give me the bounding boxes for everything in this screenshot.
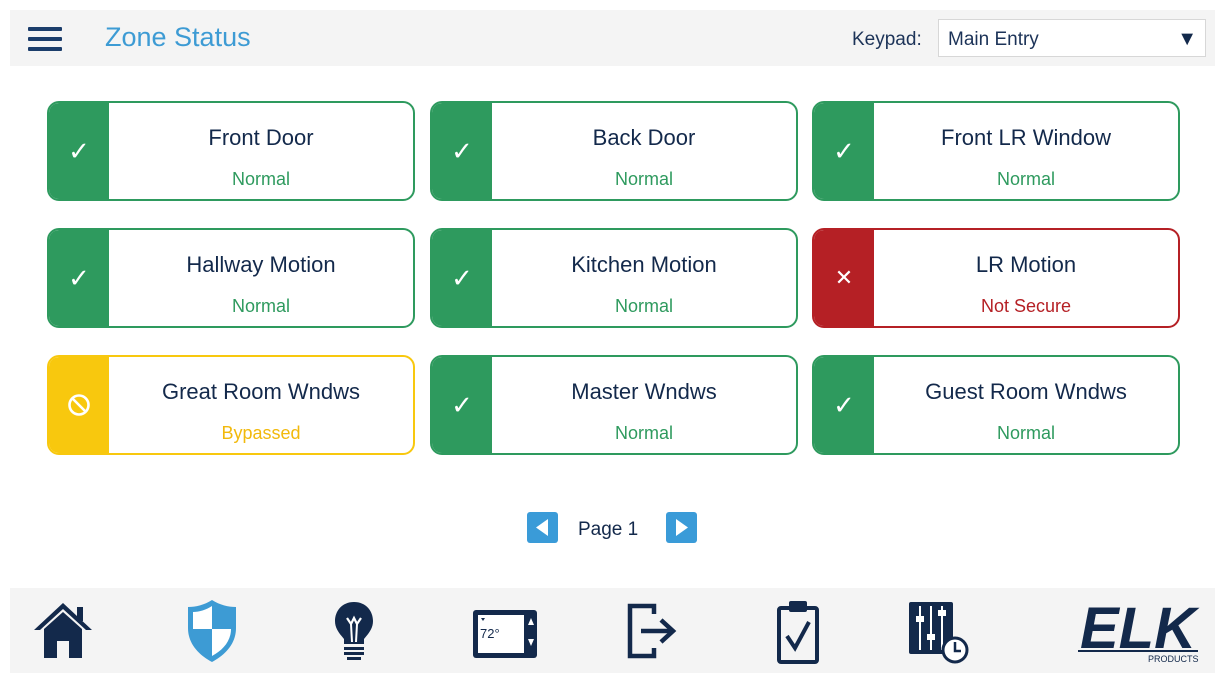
home-icon[interactable] [32,596,94,666]
checkmark-icon: ✓ [833,135,855,166]
page-indicator: Page 1 [578,519,639,540]
arrow-right-icon [676,519,688,536]
checkmark-icon: ✓ [451,135,473,166]
zone-name: Front Door [208,125,314,150]
zone-name: Front LR Window [941,125,1111,150]
zone-status: Normal [231,296,290,316]
checklist-icon[interactable] [775,596,821,666]
zone-card[interactable]: ✓ Master Wndws Normal [430,355,798,455]
checkmark-icon: ✓ [451,262,473,293]
keypad-selected-value: Main Entry [948,29,1039,50]
zone-name: Master Wndws [571,379,717,404]
previous-page-button[interactable] [527,512,558,543]
prohibited-icon [49,357,109,453]
exit-icon[interactable] [626,596,682,666]
svg-text:PRODUCTS: PRODUCTS [1148,654,1199,664]
header-bar: Zone Status Keypad: Main Entry ▼ [10,10,1215,66]
zone-grid: ✓ Front Door Normal ✓ Back Door Normal ✓… [47,101,1182,457]
zone-status: Normal [614,296,673,316]
zone-name: Kitchen Motion [571,252,717,277]
zone-status: Normal [996,169,1055,189]
zone-card[interactable]: ✓ Guest Room Wndws Normal [812,355,1180,455]
checkmark-icon: ✓ [833,389,855,420]
checkmark-icon: ✓ [68,262,90,293]
zone-name: LR Motion [975,252,1077,277]
automation-schedule-icon[interactable] [905,596,971,666]
zone-status: Normal [614,169,673,189]
zone-card[interactable]: Great Room Wndws Bypassed [47,355,415,455]
x-icon: ✕ [834,265,854,290]
keypad-label: Keypad: [852,29,922,50]
hamburger-menu-icon[interactable] [28,27,62,51]
zone-card[interactable]: ✓ Front Door Normal [47,101,415,201]
lightbulb-icon[interactable] [329,596,379,666]
thermostat-temperature: 72° [480,626,500,641]
zone-name: Hallway Motion [186,252,336,277]
checkmark-icon: ✓ [451,389,473,420]
zone-card[interactable]: ✓ Front LR Window Normal [812,101,1180,201]
elk-products-logo: ELK PRODUCTS [1074,596,1202,666]
zone-status: Normal [231,169,290,189]
zone-name: Great Room Wndws [161,379,361,404]
arrow-left-icon [536,519,548,536]
zone-card[interactable]: ✓ Hallway Motion Normal [47,228,415,328]
zone-name: Guest Room Wndws [925,379,1127,404]
zone-name: Back Door [592,125,696,150]
zone-status: Normal [614,423,673,443]
zone-card[interactable]: ✓ Kitchen Motion Normal [430,228,798,328]
zone-card[interactable]: ✓ Back Door Normal [430,101,798,201]
keypad-dropdown[interactable]: Main Entry ▼ [938,19,1206,57]
checkmark-icon: ✓ [68,135,90,166]
zone-status: Normal [996,423,1055,443]
page-title: Zone Status [105,22,251,52]
zone-card[interactable]: ✕ LR Motion Not Secure [812,228,1180,328]
next-page-button[interactable] [666,512,697,543]
zone-status: Bypassed [221,423,301,443]
zone-status: Not Secure [980,296,1072,316]
security-shield-icon[interactable] [182,596,242,666]
dropdown-caret-icon: ▼ [1177,28,1197,50]
bottom-navigation-bar: 72° ELK PRODUCTS [10,588,1215,673]
